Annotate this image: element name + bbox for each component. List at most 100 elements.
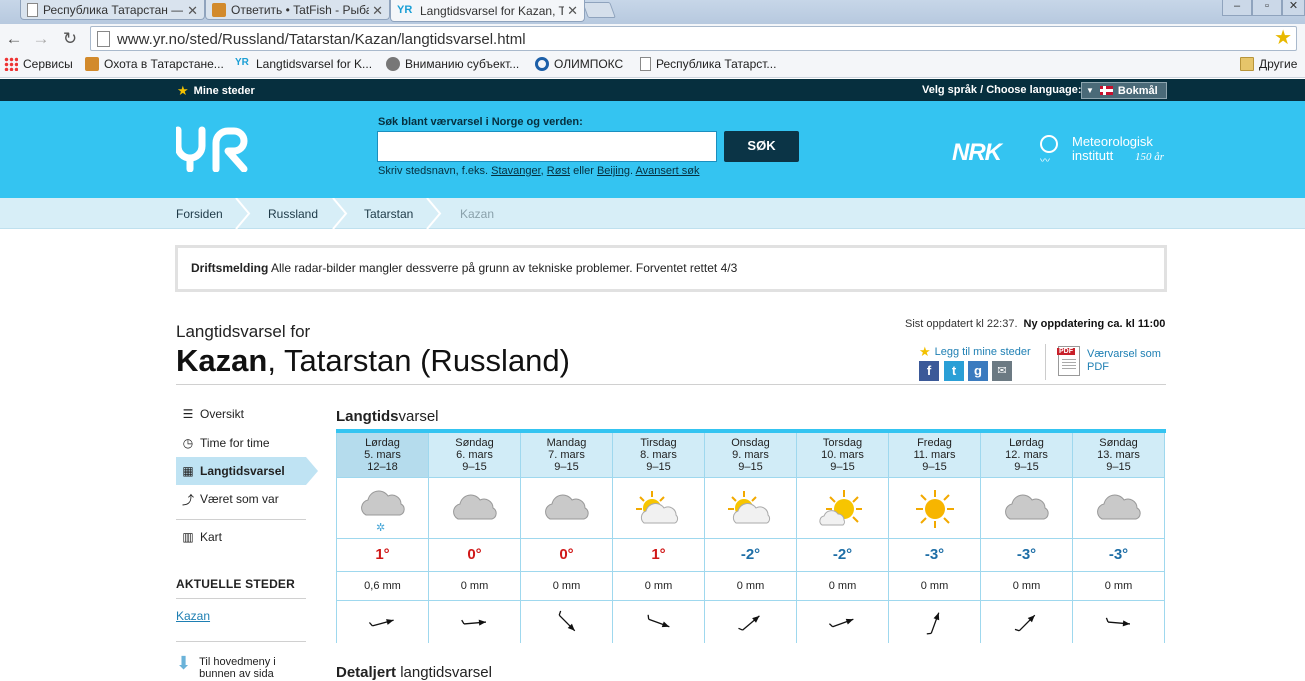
bookmark-star-icon[interactable]: ★: [1274, 27, 1292, 50]
forward-icon[interactable]: →: [30, 28, 52, 50]
maximize-button[interactable]: ▫: [1252, 0, 1282, 16]
kazan-link[interactable]: Kazan: [176, 609, 210, 623]
back-icon[interactable]: ←: [3, 28, 25, 50]
page-subtitle: Langtidsvarsel for: [176, 322, 311, 341]
nav-item-kart[interactable]: ▥ Kart: [176, 523, 306, 551]
wave-icon: 〰: [1040, 156, 1050, 167]
cloud-icon: [1073, 479, 1164, 539]
breadcrumb-item[interactable]: Forsiden: [176, 207, 223, 221]
precipitation: 0,6 mm: [337, 572, 428, 601]
day-time: 9–15: [554, 461, 579, 473]
cloud-snow-icon: ✲: [337, 479, 428, 539]
tatfish-icon: [212, 2, 226, 17]
breadcrumb-item[interactable]: Russland: [268, 207, 318, 221]
temperature: 0°: [521, 539, 612, 572]
section-title-bold: Langtids: [336, 408, 399, 425]
email-icon[interactable]: ✉: [992, 361, 1012, 381]
browser-toolbar: ← → ↻ www.yr.no/sted/Russland/Tatarstan/…: [0, 24, 1305, 53]
day-name: Tirsdag: [640, 437, 677, 449]
advanced-search-link[interactable]: Avansert søk: [635, 165, 699, 177]
arrow-down-icon: ⬇: [176, 653, 192, 673]
forecast-day-header: Lørdag 5. mars 12–18: [337, 433, 428, 478]
nav-item-time-for-time[interactable]: ◷ Time for time: [176, 429, 306, 457]
day-date: 6. mars: [456, 449, 493, 461]
bookmark-folder-other[interactable]: Другие: [1240, 57, 1297, 71]
site-header: Søk blant værvarsel i Norge og verden: S…: [0, 101, 1305, 198]
yr-logo[interactable]: [176, 126, 254, 172]
to-main-menu-link[interactable]: ⬇ Til hovedmeny i bunnen av sida: [176, 653, 276, 680]
bookmark-item[interactable]: Вниманию субъект...: [386, 57, 519, 71]
new-tab-button[interactable]: [582, 2, 616, 18]
nav-label: Oversikt: [200, 407, 245, 421]
wind-arrow-icon: [797, 601, 888, 643]
divider: [176, 519, 306, 520]
pdf-link-text: Værvarsel som: [1087, 348, 1161, 360]
close-icon[interactable]: ✕: [184, 3, 198, 19]
url-text[interactable]: www.yr.no/sted/Russland/Tatarstan/Kazan/…: [117, 31, 526, 48]
day-name: Søndag: [455, 437, 494, 449]
cloud-icon: [521, 479, 612, 539]
facebook-icon[interactable]: f: [919, 361, 939, 381]
twitter-icon[interactable]: t: [944, 361, 964, 381]
section-title-rest: varsel: [398, 408, 439, 425]
pdf-link[interactable]: Værvarsel som PDF: [1087, 348, 1161, 374]
bookmark-item[interactable]: ОЛИМПОКС: [535, 57, 623, 71]
language-select[interactable]: ▼ Bokmål: [1081, 82, 1167, 99]
temperature: -2°: [797, 539, 888, 572]
mine-steder-link[interactable]: ★ Mine steder: [177, 83, 255, 99]
nav-item-vaeret-som-var[interactable]: ⤴ Været som var: [176, 485, 306, 513]
pdf-badge: PDF: [1057, 348, 1075, 355]
browser-tab[interactable]: Ответить • TatFish - Рыба ✕: [205, 0, 390, 20]
wind-arrow-icon: [705, 601, 796, 643]
page-title: Kazan, Tatarstan (Russland): [176, 343, 570, 379]
nav-label: Langtidsvarsel: [200, 464, 285, 478]
day-name: Onsdag: [731, 437, 770, 449]
notice-message: Alle radar-bilder mangler dessverre på g…: [271, 261, 738, 275]
temperature: 1°: [337, 539, 428, 572]
browser-tab[interactable]: Республика Татарстан — ✕: [20, 0, 205, 20]
forecast-day-header: Søndag 6. mars 9–15: [429, 433, 520, 478]
close-window-button[interactable]: ✕: [1282, 0, 1305, 16]
bookmark-item[interactable]: YR Langtidsvarsel for K...: [235, 57, 372, 71]
address-bar[interactable]: www.yr.no/sted/Russland/Tatarstan/Kazan/…: [90, 26, 1297, 51]
bookmark-item[interactable]: Республика Татарст...: [640, 57, 776, 71]
forecast-day-column: Lørdag 12. mars 9–15 -3° 0 mm: [981, 433, 1073, 643]
add-to-favorites-link[interactable]: ★ Legg til mine steder: [919, 344, 1031, 360]
day-name: Lørdag: [365, 437, 400, 449]
bookmark-item[interactable]: Охота в Татарстане...: [85, 57, 224, 71]
google-plus-icon[interactable]: g: [968, 361, 988, 381]
minimize-button[interactable]: –: [1222, 0, 1252, 16]
breadcrumb-item[interactable]: Tatarstan: [364, 207, 413, 221]
svg-text:✲: ✲: [376, 521, 385, 533]
precipitation: 0 mm: [521, 572, 612, 601]
close-icon[interactable]: ✕: [369, 3, 383, 19]
precipitation: 0 mm: [429, 572, 520, 601]
day-name: Søndag: [1099, 437, 1138, 449]
search-input[interactable]: [377, 131, 717, 162]
browser-tab-strip: Республика Татарстан — ✕ Ответить • TatF…: [0, 0, 1305, 24]
pdf-icon[interactable]: PDF: [1057, 346, 1080, 376]
met-institute-logo[interactable]: 〰 Meteorologisk institutt 150 år: [1040, 133, 1170, 173]
section-title: Langtidsvarsel: [336, 408, 439, 425]
hint-link-stavanger[interactable]: Stavanger: [491, 165, 541, 177]
precipitation: 0 mm: [1073, 572, 1164, 601]
pdf-link-text: PDF: [1087, 361, 1109, 373]
bookmark-apps[interactable]: Сервисы: [4, 57, 73, 71]
day-time: 12–18: [367, 461, 398, 473]
search-button[interactable]: SØK: [724, 131, 799, 162]
close-icon[interactable]: ✕: [564, 3, 578, 19]
tab-title: Langtidsvarsel for Kazan, T: [420, 3, 566, 18]
hint-link-beijing[interactable]: Beijing: [597, 165, 630, 177]
day-name: Mandag: [546, 437, 587, 449]
wind-arrow-icon: [337, 601, 428, 643]
hint-link-rost[interactable]: Røst: [547, 165, 570, 177]
reload-icon[interactable]: ↻: [59, 28, 81, 50]
browser-tab-active[interactable]: YR Langtidsvarsel for Kazan, T ✕: [390, 0, 585, 22]
day-time: 9–15: [922, 461, 947, 473]
divider: [176, 598, 306, 599]
nav-label: Time for time: [200, 436, 270, 450]
nav-item-oversikt[interactable]: ☰ Oversikt: [176, 400, 306, 428]
nrk-logo[interactable]: NRK: [952, 139, 1002, 167]
bookmark-label: ОЛИМПОКС: [554, 57, 624, 71]
nav-item-langtidsvarsel[interactable]: ▦ Langtidsvarsel: [176, 457, 318, 485]
